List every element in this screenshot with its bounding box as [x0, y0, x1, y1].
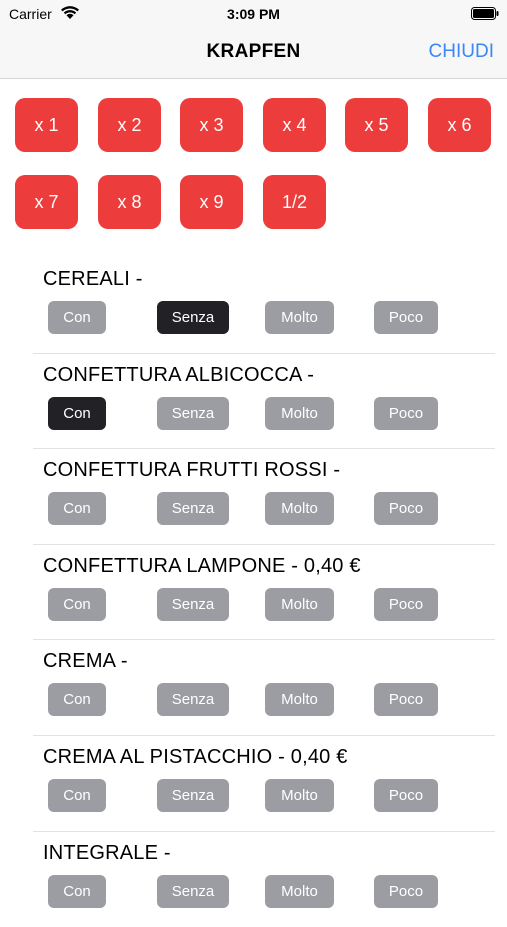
- senza-button[interactable]: Senza: [157, 301, 229, 334]
- status-time: 3:09 PM: [227, 6, 280, 22]
- poco-button[interactable]: Poco: [374, 778, 438, 812]
- senza-button[interactable]: Senza: [157, 778, 229, 812]
- multiplier-x8-button[interactable]: x 8: [98, 175, 161, 229]
- poco-button[interactable]: Poco: [374, 587, 438, 621]
- battery-icon: [471, 7, 499, 20]
- molto-button[interactable]: Molto: [265, 301, 334, 334]
- senza-button[interactable]: Senza: [157, 396, 229, 430]
- multiplier-x7-button[interactable]: x 7: [15, 175, 78, 229]
- molto-button[interactable]: Molto: [265, 396, 334, 430]
- options-list: CEREALI - Con Senza Molto Poco CONFETTUR…: [0, 258, 507, 927]
- molto-button[interactable]: Molto: [265, 683, 334, 717]
- option-title: INTEGRALE -: [43, 841, 171, 864]
- option-row: CEREALI - Con Senza Molto Poco: [0, 258, 507, 354]
- con-button[interactable]: Con: [48, 492, 106, 526]
- option-row: CREMA AL PISTACCHIO - 0,40 € Con Senza M…: [0, 736, 507, 832]
- option-row: CONFETTURA FRUTTI ROSSI - Con Senza Molt…: [0, 449, 507, 545]
- poco-button[interactable]: Poco: [374, 301, 438, 334]
- multiplier-x6-button[interactable]: x 6: [428, 98, 491, 152]
- senza-button[interactable]: Senza: [157, 587, 229, 621]
- option-title: CREMA -: [43, 650, 128, 673]
- option-title: CONFETTURA LAMPONE - 0,40 €: [43, 554, 361, 577]
- option-row: CONFETTURA ALBICOCCA - Con Senza Molto P…: [0, 354, 507, 450]
- navigation-bar: KRAPFEN CHIUDI: [0, 28, 507, 79]
- con-button[interactable]: Con: [48, 587, 106, 621]
- molto-button[interactable]: Molto: [265, 778, 334, 812]
- multiplier-x1-button[interactable]: x 1: [15, 98, 78, 152]
- con-button[interactable]: Con: [48, 683, 106, 717]
- molto-button[interactable]: Molto: [265, 874, 334, 908]
- con-button[interactable]: Con: [48, 301, 106, 334]
- senza-button[interactable]: Senza: [157, 492, 229, 526]
- option-title: CREMA AL PISTACCHIO - 0,40 €: [43, 745, 348, 768]
- multiplier-x2-button[interactable]: x 2: [98, 98, 161, 152]
- molto-button[interactable]: Molto: [265, 492, 334, 526]
- option-row: CONFETTURA LAMPONE - 0,40 € Con Senza Mo…: [0, 545, 507, 641]
- close-button[interactable]: CHIUDI: [429, 41, 494, 63]
- multiplier-half-button[interactable]: 1/2: [263, 175, 326, 229]
- con-button[interactable]: Con: [48, 396, 106, 430]
- option-title: CONFETTURA ALBICOCCA -: [43, 363, 315, 386]
- poco-button[interactable]: Poco: [374, 492, 438, 526]
- poco-button[interactable]: Poco: [374, 396, 438, 430]
- multiplier-x3-button[interactable]: x 3: [180, 98, 243, 152]
- option-title: CEREALI -: [43, 268, 143, 290]
- option-row: INTEGRALE - Con Senza Molto Poco: [0, 832, 507, 927]
- status-bar: Carrier 3:09 PM: [0, 0, 507, 28]
- senza-button[interactable]: Senza: [157, 683, 229, 717]
- senza-button[interactable]: Senza: [157, 874, 229, 908]
- molto-button[interactable]: Molto: [265, 587, 334, 621]
- multiplier-x5-button[interactable]: x 5: [345, 98, 408, 152]
- con-button[interactable]: Con: [48, 874, 106, 908]
- multiplier-x4-button[interactable]: x 4: [263, 98, 326, 152]
- poco-button[interactable]: Poco: [374, 874, 438, 908]
- option-title: CONFETTURA FRUTTI ROSSI -: [43, 459, 341, 482]
- multiplier-x9-button[interactable]: x 9: [180, 175, 243, 229]
- poco-button[interactable]: Poco: [374, 683, 438, 717]
- option-row: CREMA - Con Senza Molto Poco: [0, 640, 507, 736]
- con-button[interactable]: Con: [48, 778, 106, 812]
